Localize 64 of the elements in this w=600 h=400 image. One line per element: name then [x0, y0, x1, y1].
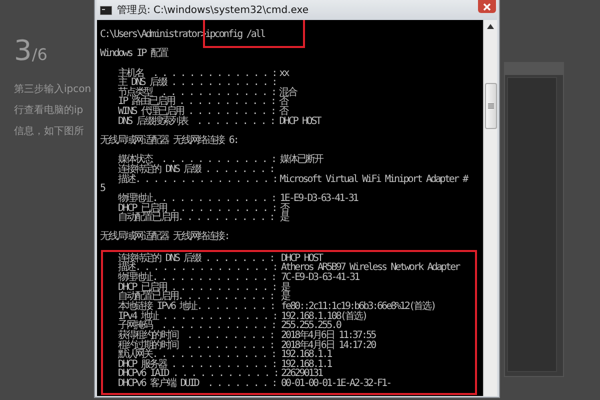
- field-value: 否: [279, 107, 288, 117]
- instruction-text: 信息，如下图所: [14, 124, 85, 139]
- section-heading: 无线局域网适配器 无线网络连接:: [100, 232, 230, 242]
- field-label: DNS 后缀搜索列表 . . . . . . . . :: [118, 116, 276, 126]
- field-label: 租约过期的时间 . . . . . . . . . :: [118, 340, 275, 350]
- field-value: 7C-E9-D3-63-41-31: [280, 273, 360, 283]
- scrollbar-thumb[interactable]: [484, 83, 496, 129]
- field-value: DHCP HOST: [280, 254, 323, 264]
- field-label: 物理地址. . . . . . . . . . . . . :: [118, 273, 277, 283]
- field-value: 否: [280, 204, 290, 214]
- field-value: 否: [279, 97, 288, 108]
- field-label: DHCP 已启用 . . . . . . . . . . . :: [118, 204, 277, 214]
- field-label: 获得租约的时间 . . . . . . . . . :: [118, 330, 275, 340]
- field-label: 主机名 . . . . . . . . . . . . . :: [118, 68, 276, 78]
- section-heading: 无线局域网适配器 无线网络连接 6:: [100, 136, 239, 146]
- field-value: 255.255.255.0: [280, 321, 341, 331]
- field-label: 连接特定的 DNS 后缀 . . . . . . . :: [118, 164, 275, 175]
- field-label: 物理地址. . . . . . . . . . . . . :: [118, 194, 277, 204]
- field-label: 自动配置已启用. . . . . . . . . . :: [118, 213, 275, 223]
- field-value: Atheros AR5B97 Wireless Network Adapter: [280, 263, 461, 274]
- field-label: 连接特定的 DNS 后缀 . . . . . . . :: [118, 254, 275, 264]
- field-value: 1E-E9-D3-63-41-31: [280, 194, 359, 204]
- field-value: 00-01-00-01-1E-A2-32-F1-: [280, 379, 392, 389]
- section-heading: Windows IP 配置: [100, 49, 169, 59]
- close-button[interactable]: [478, 0, 496, 13]
- command-text: ipconfig /all: [205, 29, 265, 40]
- field-value: 226290131: [280, 369, 323, 380]
- field-value: 2018年4月6日 11:37:55: [280, 330, 377, 340]
- field-label: 子网掩码 . . . . . . . . . . . . :: [118, 321, 277, 331]
- field-label: 主 DNS 后缀 . . . . . . . . . . . :: [118, 78, 276, 88]
- field-value: 2018年4月6日 14:17:20: [280, 340, 377, 350]
- instruction-text: 第三步输入ipcon: [14, 82, 92, 97]
- field-value: 192.168.1.1: [280, 350, 332, 360]
- field-label: 自动配置已启用. . . . . . . . . . :: [118, 292, 275, 302]
- field-value: DHCP HOST: [279, 116, 322, 126]
- field-value: fe80::2c11:1c19:b6b3:66e8%12(首选): [280, 302, 436, 312]
- field-value: xx: [279, 68, 290, 78]
- field-label: IPv4 地址 . . . . . . . . . . . . :: [118, 312, 278, 322]
- field-value: Microsoft Virtual WiFi Miniport Adapter #: [280, 174, 469, 184]
- field-value: 是: [280, 213, 290, 223]
- scrollbar[interactable]: [483, 20, 497, 396]
- grip-icon: [488, 103, 494, 109]
- field-label: DHCP 已启用 . . . . . . . . . . . :: [118, 282, 278, 292]
- instruction-text: 行查看电脑的ip: [14, 104, 84, 118]
- field-value: 192.168.1.108(首选): [280, 312, 368, 322]
- field-value: 5: [100, 184, 106, 194]
- field-label: WINS 代理已启用 . . . . . . . . . :: [118, 107, 276, 117]
- field-value: 是: [280, 282, 292, 292]
- field-value: 媒体已断开: [280, 155, 324, 165]
- field-label: 媒体状态 . . . . . . . . . . . . :: [118, 155, 277, 165]
- field-label: DHCPv6 客户端 DUID . . . . . . . :: [118, 379, 278, 389]
- step-number: 3: [14, 34, 32, 67]
- field-value: 是: [280, 292, 290, 302]
- up-arrow-icon[interactable]: [487, 24, 494, 29]
- field-value: 192.168.1.1: [280, 360, 333, 370]
- field-label: DHCP 服务器 . . . . . . . . . . . :: [118, 360, 278, 370]
- close-icon: [483, 2, 491, 10]
- field-label: 描述. . . . . . . . . . . . . . . :: [118, 174, 277, 184]
- window-title: 管理员: C:\windows\system32\cmd.exe: [117, 4, 310, 17]
- field-label: 本地链接 IPv6 地址. . . . . . . . :: [118, 302, 276, 312]
- terminal-icon: [100, 6, 112, 14]
- step-total: /6: [32, 45, 48, 64]
- field-value: 混合: [279, 88, 298, 98]
- field-label: 默认网关. . . . . . . . . . . . . :: [118, 350, 277, 360]
